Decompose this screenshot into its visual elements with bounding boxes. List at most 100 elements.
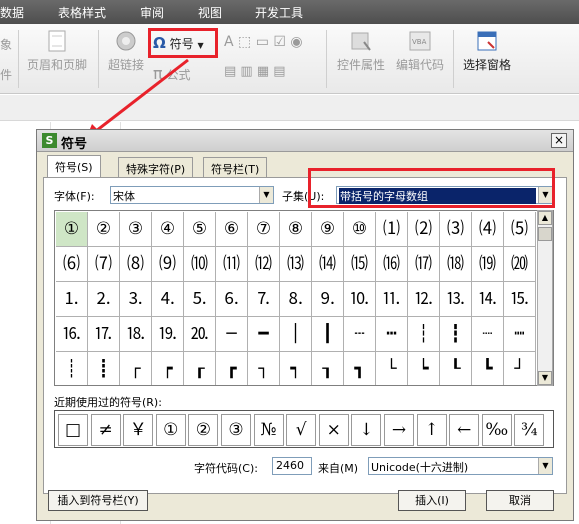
recent-symbol-cell[interactable]: ¾ (514, 414, 545, 446)
symbol-cell[interactable]: ⒚ (152, 317, 184, 352)
tab-symbol-bar[interactable]: 符号栏(T) (203, 157, 268, 177)
dialog-titlebar[interactable]: S 符号 × (37, 130, 573, 152)
symbol-cell[interactable]: │ (280, 317, 312, 352)
symbol-cell[interactable]: ─ (216, 317, 248, 352)
symbol-cell[interactable]: ⒓ (408, 282, 440, 317)
symbol-cell[interactable]: ⑽ (184, 247, 216, 282)
symbol-cell[interactable]: ┑ (280, 352, 312, 385)
symbol-cell[interactable]: ⒕ (472, 282, 504, 317)
recent-symbol-cell[interactable]: ↓ (351, 414, 382, 446)
symbol-cell[interactable]: ① (56, 212, 88, 247)
symbol-cell[interactable]: ━ (248, 317, 280, 352)
recent-symbol-cell[interactable]: ③ (221, 414, 251, 446)
symbol-cell[interactable]: ⒏ (280, 282, 312, 317)
symbol-cell[interactable]: ⒋ (152, 282, 184, 317)
symbol-cell[interactable]: ⒖ (504, 282, 536, 317)
symbol-cell[interactable]: ⑴ (376, 212, 408, 247)
recent-symbol-cell[interactable]: № (253, 414, 284, 446)
symbol-cell[interactable]: ┇ (440, 317, 472, 352)
recent-symbol-cell[interactable]: ↑ (416, 414, 447, 446)
tab-symbols[interactable]: 符号(S) (47, 155, 101, 178)
symbol-cell[interactable]: ┊ (56, 352, 88, 385)
symbol-cell[interactable]: ⑵ (408, 212, 440, 247)
font-select[interactable]: 宋体 ▼ (110, 186, 274, 204)
symbol-cell[interactable]: ┘ (504, 352, 536, 385)
symbol-cell[interactable]: ┏ (216, 352, 248, 385)
symbol-cell[interactable]: ⒎ (248, 282, 280, 317)
symbol-cell[interactable]: ⑥ (216, 212, 248, 247)
recent-symbol-cell[interactable]: ← (449, 414, 480, 446)
cancel-button[interactable]: 取消 (486, 490, 554, 511)
insert-button[interactable]: 插入(I) (398, 490, 466, 511)
symbol-cell[interactable]: ┗ (472, 352, 504, 385)
insert-to-bar-button[interactable]: 插入到符号栏(Y) (48, 490, 148, 511)
symbol-cell[interactable]: ⑩ (344, 212, 376, 247)
recent-symbol-cell[interactable]: → (384, 414, 414, 446)
scroll-up-icon[interactable]: ▲ (538, 211, 552, 225)
symbol-cell[interactable]: ⒌ (184, 282, 216, 317)
symbol-cell[interactable]: ⑧ (280, 212, 312, 247)
symbol-cell[interactable]: ⑹ (56, 247, 88, 282)
symbol-cell[interactable]: ⑼ (152, 247, 184, 282)
symbol-cell[interactable]: ⒐ (312, 282, 344, 317)
symbol-cell[interactable]: ┒ (312, 352, 344, 385)
symbol-cell[interactable]: ┋ (88, 352, 120, 385)
symbol-cell[interactable]: ③ (120, 212, 152, 247)
symbol-cell[interactable]: ⒗ (56, 317, 88, 352)
symbol-cell[interactable]: ┆ (408, 317, 440, 352)
tab-special-chars[interactable]: 特殊字符(P) (118, 157, 194, 177)
symbol-cell[interactable]: ┕ (408, 352, 440, 385)
symbol-cell[interactable]: ⒑ (344, 282, 376, 317)
scroll-down-icon[interactable]: ▼ (538, 371, 552, 385)
symbol-cell[interactable]: ⒃ (376, 247, 408, 282)
symbol-cell[interactable]: ⑤ (184, 212, 216, 247)
symbol-cell[interactable]: ⒅ (440, 247, 472, 282)
recent-symbol-cell[interactable]: ① (155, 414, 186, 446)
symbol-cell[interactable]: ⑦ (248, 212, 280, 247)
recent-symbol-cell[interactable]: ￥ (123, 414, 154, 446)
scroll-thumb[interactable] (538, 227, 552, 241)
symbol-cell[interactable]: ⒁ (312, 247, 344, 282)
symbol-cell[interactable]: ⑺ (88, 247, 120, 282)
symbol-cell[interactable]: ⑻ (120, 247, 152, 282)
symbol-cell[interactable]: ⒄ (408, 247, 440, 282)
recent-symbol-cell[interactable]: × (318, 414, 349, 446)
from-select[interactable]: Unicode(十六进制) ▼ (368, 457, 553, 475)
symbol-cell[interactable]: ⑷ (472, 212, 504, 247)
symbol-cell[interactable]: ⒉ (88, 282, 120, 317)
symbol-grid-scrollbar[interactable]: ▲ ▼ (537, 210, 553, 386)
symbol-cell[interactable]: ⑨ (312, 212, 344, 247)
symbol-cell[interactable]: ⒛ (184, 317, 216, 352)
symbol-cell[interactable]: ⒍ (216, 282, 248, 317)
symbol-cell[interactable]: ⒈ (56, 282, 88, 317)
symbol-cell[interactable]: ┅ (376, 317, 408, 352)
symbol-cell[interactable]: ⒀ (280, 247, 312, 282)
symbol-cell[interactable]: └ (376, 352, 408, 385)
symbol-cell[interactable]: ④ (152, 212, 184, 247)
symbol-cell[interactable]: ② (88, 212, 120, 247)
recent-symbol-cell[interactable]: √ (286, 414, 317, 446)
symbol-cell[interactable]: ⒘ (88, 317, 120, 352)
symbol-cell[interactable]: ⒔ (440, 282, 472, 317)
symbol-cell[interactable]: ┍ (152, 352, 184, 385)
recent-symbol-cell[interactable]: ≠ (90, 414, 121, 446)
symbol-cell[interactable]: ┌ (120, 352, 152, 385)
symbol-cell[interactable]: ⒙ (120, 317, 152, 352)
symbol-cell[interactable]: ┓ (344, 352, 376, 385)
recent-symbol-cell[interactable]: □ (58, 414, 88, 446)
symbol-cell[interactable]: ⑿ (248, 247, 280, 282)
symbol-cell[interactable]: ┄ (344, 317, 376, 352)
recent-symbol-cell[interactable]: ‰ (481, 414, 512, 446)
symbol-cell[interactable]: ┖ (440, 352, 472, 385)
symbol-cell[interactable]: ⒇ (504, 247, 536, 282)
symbol-cell[interactable]: ┉ (504, 317, 536, 352)
symbol-cell[interactable]: ⒒ (376, 282, 408, 317)
symbol-cell[interactable]: ⑾ (216, 247, 248, 282)
symbol-cell[interactable]: ⒂ (344, 247, 376, 282)
symbol-cell[interactable]: ┎ (184, 352, 216, 385)
charcode-input[interactable]: 2460 (272, 457, 312, 475)
symbol-cell[interactable]: ⑸ (504, 212, 536, 247)
symbol-cell[interactable]: ┈ (472, 317, 504, 352)
symbol-cell[interactable]: ⒆ (472, 247, 504, 282)
symbol-cell[interactable]: ⒊ (120, 282, 152, 317)
